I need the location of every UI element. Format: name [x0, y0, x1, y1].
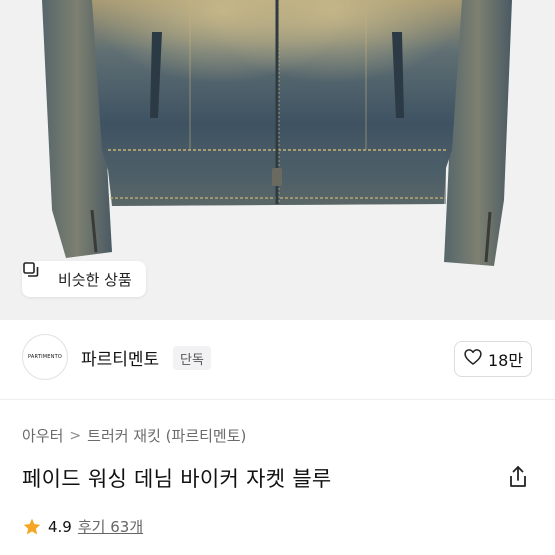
breadcrumb-item-trucker-jacket[interactable]: 트러커 재킷 (파르티멘토) [87, 425, 246, 446]
rating: 4.9 후기 63개 [22, 516, 143, 537]
chevron-right-icon: > [69, 427, 82, 444]
rating-score: 4.9 [48, 517, 72, 536]
share-icon[interactable] [505, 464, 531, 490]
brand-logo[interactable]: PARTIMENTO [22, 334, 68, 380]
divider [0, 399, 555, 400]
product-title: 페이드 워싱 데님 바이커 자켓 블루 [22, 467, 332, 491]
similar-items-button[interactable]: 비슷한 상품 [22, 261, 146, 297]
similar-items-label: 비슷한 상품 [58, 270, 132, 289]
breadcrumb-item-outer[interactable]: 아우터 [22, 425, 63, 446]
brand-name[interactable]: 파르티멘토 [81, 345, 159, 370]
star-icon [22, 517, 42, 537]
similar-items-icon [23, 262, 52, 288]
product-image[interactable]: 비슷한 상품 [0, 0, 555, 320]
brand-logo-text: PARTIMENTO [28, 354, 62, 360]
exclusive-badge: 단독 [173, 346, 211, 370]
like-button[interactable]: 18만 [454, 341, 532, 377]
heart-icon [463, 347, 483, 371]
reviews-link[interactable]: 후기 63개 [78, 516, 143, 537]
like-count: 18만 [487, 351, 524, 370]
breadcrumb: 아우터 > 트러커 재킷 (파르티멘토) [22, 425, 246, 446]
